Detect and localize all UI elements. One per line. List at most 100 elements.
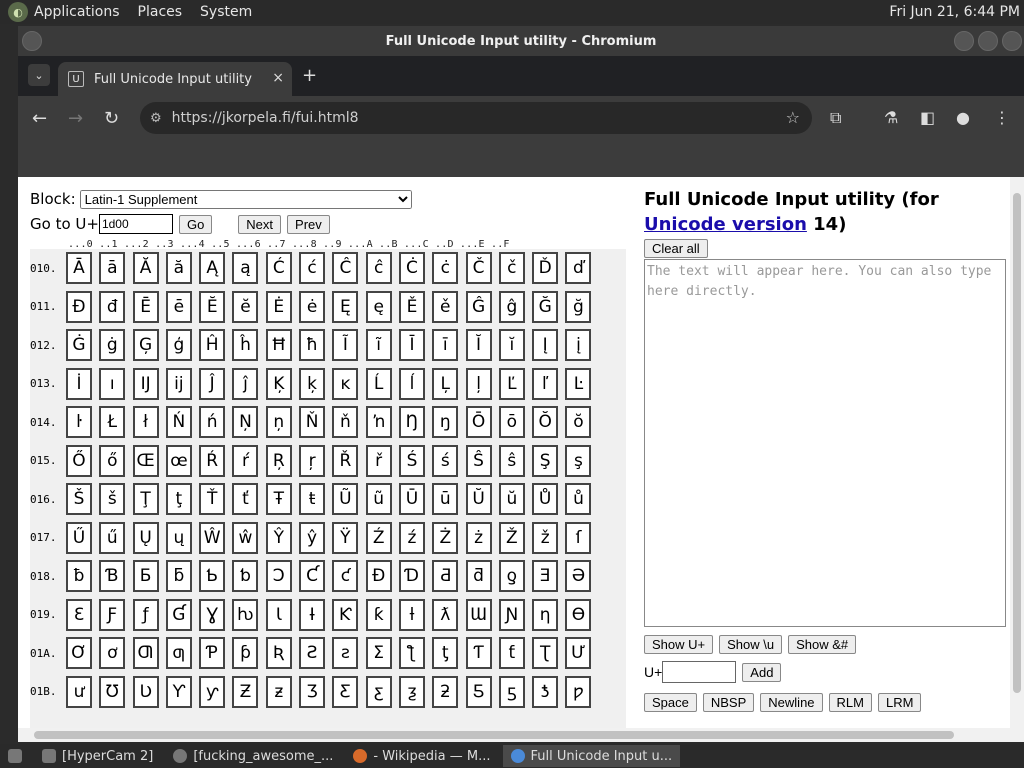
char-cell[interactable]: œ [165,444,192,477]
char-cell[interactable]: Ƒ [99,598,126,631]
char-cell[interactable]: ƈ [332,560,359,593]
char-cell[interactable]: Ů [532,483,559,516]
char-cell[interactable]: Ơ [66,637,92,670]
char-cell[interactable]: ġ [99,329,126,362]
char-cell[interactable]: ĳ [165,367,192,400]
menu-places[interactable]: Places [138,4,183,20]
char-cell[interactable]: ŷ [299,521,326,554]
char-cell[interactable]: Ħ [265,329,292,362]
nbsp-button[interactable]: NBSP [702,693,755,712]
char-cell[interactable]: Ƌ [432,560,459,593]
char-cell[interactable]: Č [465,252,492,285]
go-button[interactable]: Go [178,214,213,234]
menu-applications[interactable]: Applications [34,4,120,20]
char-cell[interactable]: ƚ [398,598,425,631]
char-cell[interactable]: Ō [465,406,492,439]
char-cell[interactable]: ƪ [398,637,425,670]
char-cell[interactable]: ŵ [232,521,259,554]
char-cell[interactable]: Ł [99,406,126,439]
char-cell[interactable]: š [99,483,126,516]
clear-all-button[interactable]: Clear all [644,239,708,258]
tab-fui[interactable]: U Full Unicode Input utility × [58,62,292,96]
char-cell[interactable]: Ź [365,521,392,554]
char-cell[interactable]: ě [432,290,459,323]
char-cell[interactable]: ń [199,406,226,439]
char-cell[interactable]: Ƽ [465,675,492,708]
char-cell[interactable]: ź [398,521,425,554]
char-cell[interactable]: ŝ [498,444,525,477]
char-cell[interactable]: Ɩ [265,598,292,631]
char-cell[interactable]: Ɵ [565,598,592,631]
char-cell[interactable]: ƿ [565,675,592,708]
char-cell[interactable]: Į [532,329,559,362]
address-bar[interactable]: ⚙ https://jkorpela.fi/fui.html8 ☆ [140,102,812,134]
char-cell[interactable]: Ʋ [132,675,159,708]
taskbar-item-terminal[interactable]: [fucking_awesome_... [165,745,341,767]
char-cell[interactable]: ƣ [165,637,192,670]
char-cell[interactable]: ĭ [498,329,525,362]
char-cell[interactable]: ƴ [199,675,226,708]
char-cell[interactable]: Ī [398,329,425,362]
char-cell[interactable]: ƌ [465,560,492,593]
char-cell[interactable]: Ĳ [132,367,159,400]
char-cell[interactable]: ƅ [232,560,259,593]
char-cell[interactable]: ż [465,521,492,554]
char-cell[interactable]: Ų [132,521,159,554]
char-cell[interactable]: ķ [299,367,326,400]
char-cell[interactable]: Ľ [498,367,525,400]
horizontal-scroll-thumb[interactable] [34,731,954,739]
char-cell[interactable]: ƭ [498,637,525,670]
char-cell[interactable]: Ŏ [532,406,559,439]
bookmark-star-icon[interactable]: ☆ [786,108,800,127]
more-menu-icon[interactable]: ⋮ [994,108,1010,127]
char-cell[interactable]: Ɨ [299,598,326,631]
tab-close-icon[interactable]: × [272,70,284,86]
char-cell[interactable]: ś [432,444,459,477]
char-cell[interactable]: Ĭ [465,329,492,362]
space-button[interactable]: Space [644,693,697,712]
new-tab-icon[interactable]: + [302,65,317,86]
char-cell[interactable]: ƃ [165,560,192,593]
char-cell[interactable]: Ş [532,444,559,477]
char-cell[interactable]: ĕ [232,290,259,323]
char-cell[interactable]: Ř [332,444,359,477]
char-cell[interactable]: Ƅ [199,560,226,593]
clock[interactable]: Fri Jun 21, 6:44 PM [889,4,1020,20]
char-cell[interactable]: ĝ [498,290,525,323]
char-cell[interactable]: đ [99,290,126,323]
minimize-icon[interactable] [954,31,974,51]
char-cell[interactable]: ē [165,290,192,323]
char-cell[interactable]: Ğ [532,290,559,323]
window-menu-icon[interactable] [22,31,42,51]
char-cell[interactable]: Ġ [66,329,92,362]
char-cell[interactable]: Ĝ [465,290,492,323]
char-cell[interactable]: Ż [432,521,459,554]
char-cell[interactable]: ƨ [332,637,359,670]
rlm-button[interactable]: RLM [828,693,872,712]
char-cell[interactable]: Ŋ [398,406,425,439]
char-cell[interactable]: Ƥ [199,637,226,670]
char-cell[interactable]: Ģ [132,329,159,362]
char-cell[interactable]: ƍ [498,560,525,593]
char-cell[interactable]: Ƹ [332,675,359,708]
char-cell[interactable]: ĵ [232,367,259,400]
char-cell[interactable]: Ƈ [299,560,326,593]
char-cell[interactable]: Ā [66,252,92,285]
char-cell[interactable]: ƥ [232,637,259,670]
char-cell[interactable]: ş [565,444,592,477]
char-cell[interactable]: İ [66,367,92,400]
char-cell[interactable]: ƽ [498,675,525,708]
char-cell[interactable]: ƙ [365,598,392,631]
char-cell[interactable]: Ă [132,252,159,285]
char-cell[interactable]: ĸ [332,367,359,400]
char-cell[interactable]: Ɠ [165,598,192,631]
char-cell[interactable]: Ċ [398,252,425,285]
taskbar-item-wikipedia[interactable]: - Wikipedia — M... [345,745,498,767]
char-cell[interactable]: Ņ [232,406,259,439]
char-cell[interactable]: Ư [565,637,592,670]
show-desktop-icon[interactable] [0,745,30,767]
char-cell[interactable]: ł [132,406,159,439]
char-cell[interactable]: Ƴ [165,675,192,708]
char-cell[interactable]: Œ [132,444,159,477]
char-cell[interactable]: ą [232,252,259,285]
